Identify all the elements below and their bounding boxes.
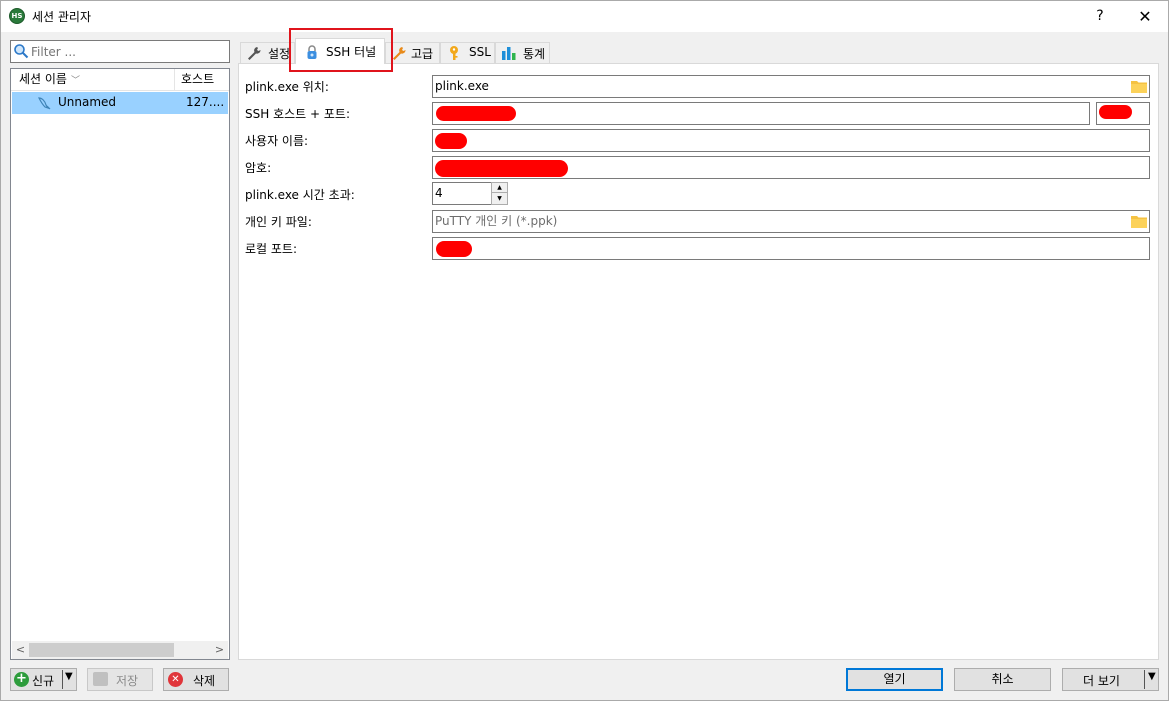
private-key-input[interactable]: PuTTY 개인 키 (*.ppk) [432,210,1150,233]
tab-ssh-tunnel[interactable]: SSH 터널 [295,38,385,64]
local-port-input[interactable] [432,237,1150,260]
session-list[interactable]: 세션 이름 ﹀ 호스트 Unnamed 127.... < > [10,68,230,660]
bar-chart-icon [502,47,516,60]
delete-label: 삭제 [193,674,216,688]
lock-icon [307,45,317,59]
tab-statistics[interactable]: 통계 [495,42,550,63]
close-button[interactable]: ✕ [1122,1,1168,32]
username-input[interactable] [432,129,1150,152]
filter-box[interactable] [10,40,230,63]
folder-icon[interactable] [1131,214,1147,228]
heidisql-app-icon: HS [9,8,25,24]
new-session-button[interactable]: + 신규 ▼ [10,668,77,691]
spin-up-icon[interactable]: ▲ [492,183,507,193]
split-divider [62,670,63,689]
dropdown-arrow-icon[interactable]: ▼ [65,671,73,682]
redaction-mark [435,133,467,149]
private-key-placeholder: PuTTY 개인 키 (*.ppk) [435,214,558,228]
wrench-icon [248,47,261,60]
plus-icon: + [14,672,29,687]
session-manager-window: HS 세션 관리자 ? ✕ 세션 이름﹀ 호스트 Unnamed 127....… [0,0,1169,701]
ssh-tunnel-panel [238,63,1159,660]
dolphin-icon [38,97,51,110]
tab-advanced[interactable]: 고급 [385,42,440,63]
private-key-label: 개인 키 파일: [245,215,312,229]
filter-input[interactable] [31,43,227,60]
new-label: 신규 [32,674,55,688]
dropdown-arrow-icon[interactable]: ▼ [1148,671,1156,682]
ssh-host-port-label: SSH 호스트 + 포트: [245,107,350,121]
redaction-mark [435,160,568,177]
username-label: 사용자 이름: [245,134,309,148]
open-button[interactable]: 열기 [846,668,943,691]
tab-ssl[interactable]: SSL [440,42,495,63]
sort-chevron-icon: ﹀ [70,76,80,86]
horizontal-scrollbar[interactable]: < > [12,641,228,659]
tab-ssl-label: SSL [469,45,491,59]
scrollbar-thumb[interactable] [29,643,174,657]
timeout-value: 4 [435,186,443,200]
plink-location-value: plink.exe [435,79,489,93]
timeout-input[interactable]: 4 [432,182,492,205]
password-label: 암호: [245,161,272,175]
split-divider [1144,670,1145,689]
session-list-header: 세션 이름 ﹀ 호스트 [11,69,229,91]
title-bar: HS 세션 관리자 ? ✕ [1,1,1168,32]
scroll-left-icon[interactable]: < [12,641,29,659]
local-port-label: 로컬 포트: [245,242,298,256]
help-button[interactable]: ? [1077,1,1123,32]
save-icon [93,672,108,686]
save-button[interactable]: 저장 [87,668,153,691]
session-name: Unnamed [58,95,117,109]
spin-down-icon[interactable]: ▼ [492,194,507,204]
delete-icon: ✕ [168,672,183,687]
session-row[interactable]: Unnamed 127.... [12,92,228,114]
session-host: 127.... [186,95,225,109]
redaction-mark [436,241,472,257]
timeout-label: plink.exe 시간 초과: [245,188,355,202]
more-label: 더 보기 [1083,674,1120,688]
redaction-mark [1099,105,1132,119]
cancel-button[interactable]: 취소 [954,668,1051,691]
window-title: 세션 관리자 [32,10,92,24]
search-icon [14,44,29,59]
wrench-icon [393,47,406,60]
column-header-session-name[interactable]: 세션 이름 ﹀ [11,69,175,91]
redaction-mark [436,106,516,121]
plink-location-input[interactable]: plink.exe [432,75,1150,98]
folder-icon[interactable] [1131,79,1147,93]
save-label: 저장 [116,674,139,688]
ssh-port-input[interactable] [1096,102,1150,125]
more-button[interactable]: 더 보기 ▼ [1062,668,1159,691]
delete-button[interactable]: ✕ 삭제 [163,668,229,691]
tab-statistics-label: 통계 [523,47,546,61]
key-icon [450,46,458,60]
tab-settings[interactable]: 설정 [240,42,295,63]
password-input[interactable] [432,156,1150,179]
column-header-host[interactable]: 호스트 [175,69,229,91]
tab-advanced-label: 고급 [411,47,434,61]
scroll-right-icon[interactable]: > [211,641,228,659]
tab-settings-label: 설정 [268,47,291,61]
timeout-spinner[interactable]: ▲ ▼ [491,182,508,205]
tab-ssh-tunnel-label: SSH 터널 [326,45,377,59]
ssh-host-input[interactable] [432,102,1090,125]
plink-location-label: plink.exe 위치: [245,80,329,94]
